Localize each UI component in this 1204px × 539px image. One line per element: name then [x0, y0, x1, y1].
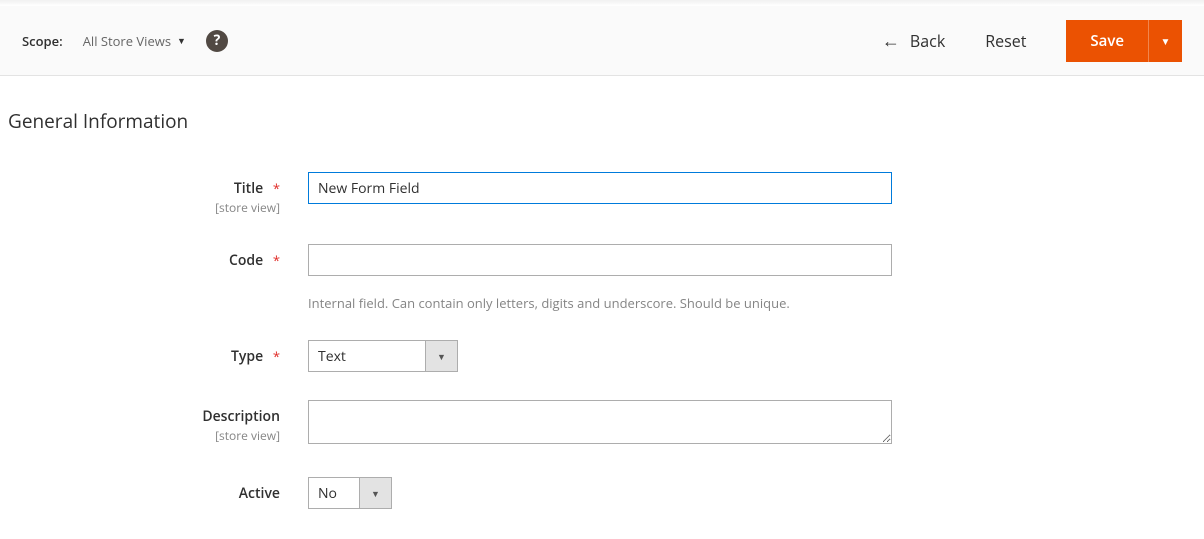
description-textarea[interactable] [308, 400, 892, 444]
caret-down-icon: ▼ [359, 478, 391, 508]
row-title: Title * [store view] [8, 172, 1182, 216]
arrow-left-icon: ← [882, 29, 900, 53]
save-button[interactable]: Save [1066, 20, 1148, 62]
label-code: Code [229, 251, 263, 270]
content: General Information Title * [store view]… [0, 76, 1204, 539]
scope-note-description: [store view] [8, 427, 280, 444]
row-description: Description [store view] [8, 400, 1182, 449]
active-value: No [309, 478, 359, 508]
active-select[interactable]: No ▼ [308, 477, 392, 509]
help-icon[interactable]: ? [206, 30, 228, 52]
scope-note-title: [store view] [8, 199, 280, 216]
type-select[interactable]: Text ▼ [308, 340, 458, 372]
scope-label: Scope: [22, 32, 63, 50]
required-icon: * [273, 251, 280, 269]
row-type: Type * Text ▼ [8, 340, 1182, 372]
code-input[interactable] [308, 244, 892, 276]
save-dropdown-toggle[interactable]: ▼ [1148, 20, 1182, 62]
label-active: Active [239, 484, 280, 503]
caret-down-icon: ▼ [425, 341, 457, 371]
label-type: Type [231, 347, 263, 366]
required-icon: * [273, 179, 280, 197]
scope-selector[interactable]: All Store Views ▼ [83, 32, 186, 50]
type-value: Text [309, 341, 425, 371]
save-button-group: Save ▼ [1066, 20, 1182, 62]
back-button[interactable]: ← Back [882, 29, 945, 53]
title-input[interactable] [308, 172, 892, 204]
scope-value: All Store Views [83, 32, 171, 50]
caret-down-icon: ▼ [1161, 34, 1171, 48]
row-active: Active No ▼ [8, 477, 1182, 509]
row-code: Code * Internal field. Can contain only … [8, 244, 1182, 312]
back-label: Back [910, 30, 945, 52]
required-icon: * [273, 347, 280, 365]
reset-button[interactable]: Reset [985, 30, 1026, 52]
label-description: Description [202, 407, 280, 426]
code-note: Internal field. Can contain only letters… [308, 294, 892, 312]
toolbar: Scope: All Store Views ▼ ? ← Back Reset … [0, 6, 1204, 76]
section-title: General Information [8, 108, 1182, 134]
label-title: Title [234, 179, 263, 198]
caret-down-icon: ▼ [177, 34, 186, 47]
